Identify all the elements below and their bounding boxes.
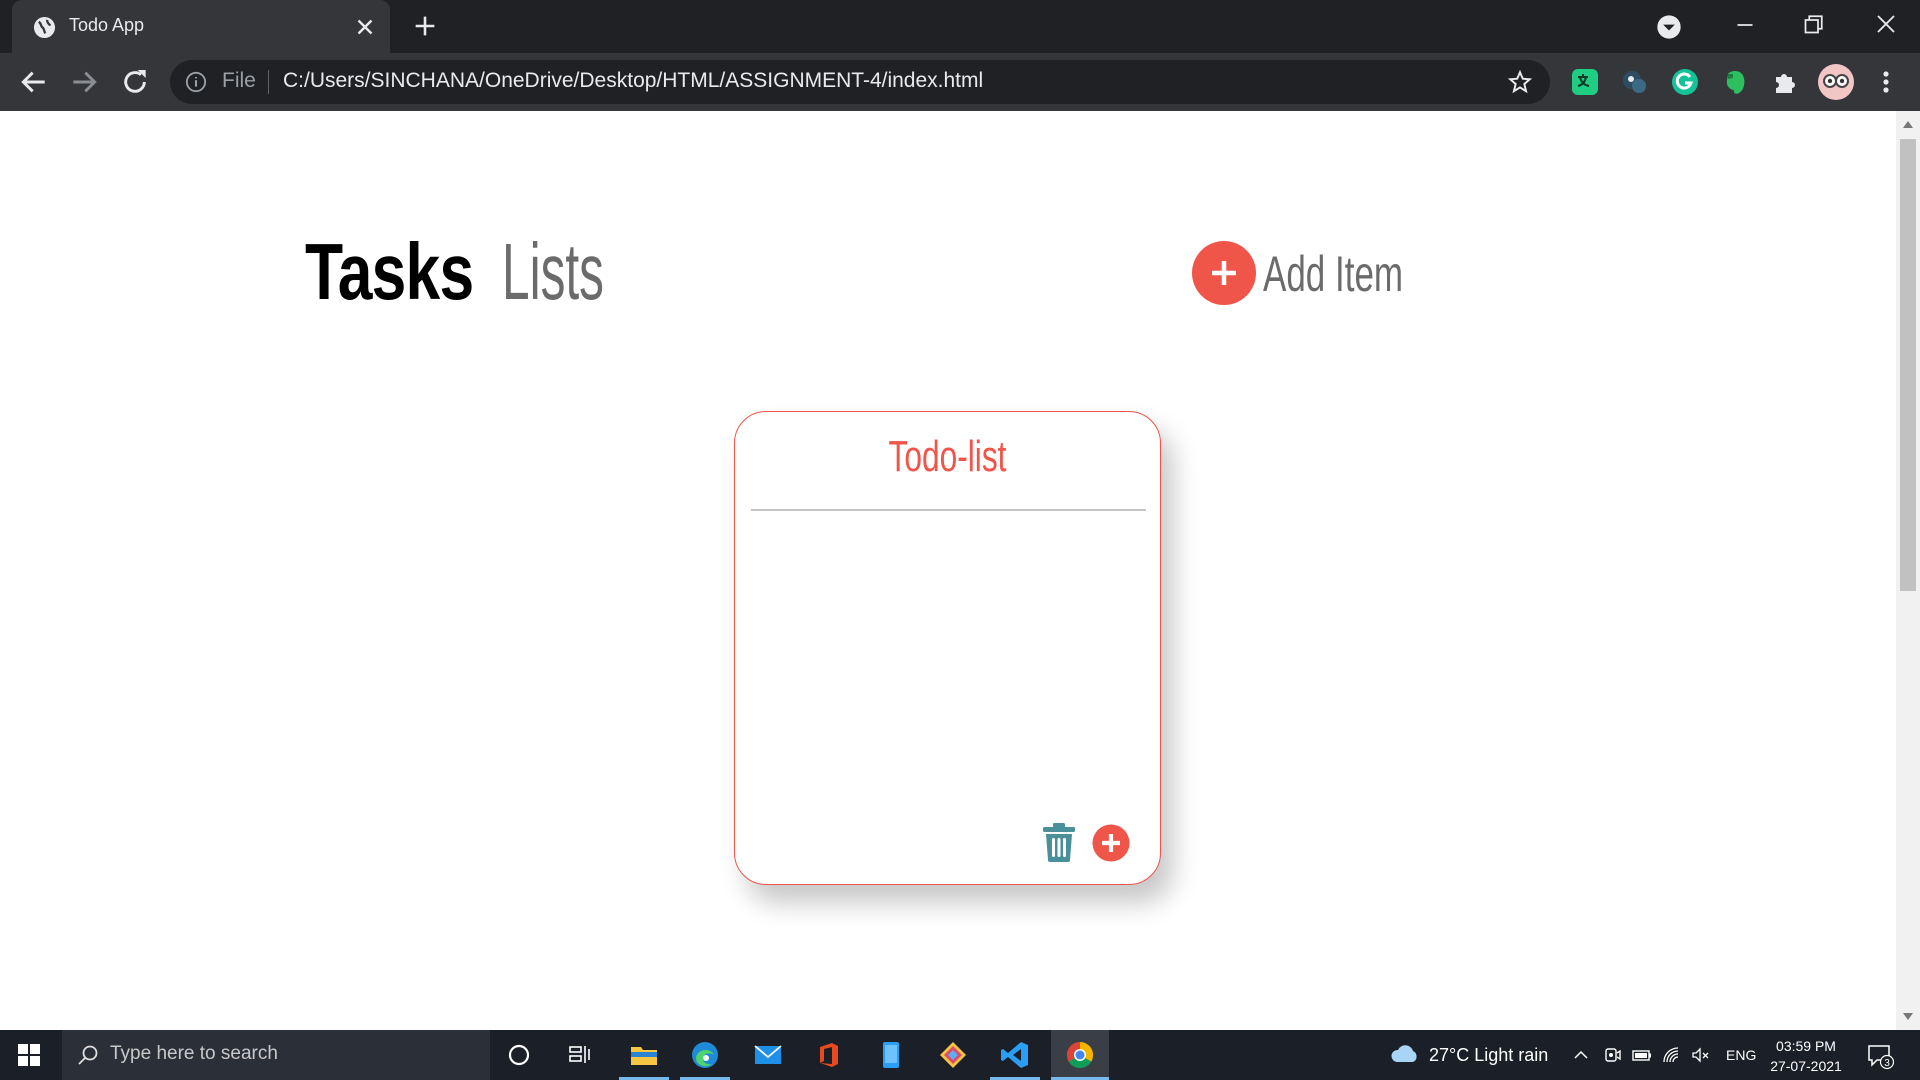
profile-avatar[interactable]	[1818, 64, 1854, 100]
reload-icon[interactable]	[119, 66, 151, 98]
back-arrow-icon[interactable]	[18, 66, 50, 98]
weather-text[interactable]: 27°C Light rain	[1429, 1045, 1548, 1066]
clock-time: 03:59 PM	[1776, 1038, 1836, 1054]
notes-icon	[883, 1042, 899, 1068]
file-explorer-button[interactable]	[619, 1030, 669, 1080]
office-icon	[820, 1043, 838, 1067]
task-view-icon	[569, 1046, 590, 1063]
folder-icon	[631, 1047, 657, 1065]
vscode-button[interactable]	[990, 1030, 1040, 1080]
omnibox-divider	[268, 70, 269, 94]
search-icon	[78, 1045, 98, 1065]
tab-title: Todo App	[69, 15, 145, 35]
add-item-button[interactable]: Add Item	[1192, 241, 1403, 305]
evernote-icon[interactable]	[1719, 66, 1751, 98]
forward-arrow-icon[interactable]	[68, 66, 100, 98]
card-divider	[751, 509, 1146, 511]
add-item-label: Add Item	[1263, 246, 1404, 302]
notification-count: 3	[1884, 1058, 1890, 1069]
clock[interactable]: 03:59 PM 27-07-2021	[1770, 1036, 1842, 1076]
info-icon[interactable]	[185, 71, 207, 93]
address-bar[interactable]: File C:/Users/SINCHANA/OneDrive/Desktop/…	[170, 60, 1550, 104]
mail-button[interactable]	[743, 1030, 793, 1080]
notification-center-icon[interactable]: 3	[1866, 1042, 1894, 1070]
card-title: Todo-list	[888, 432, 1007, 481]
avatar-glasses-icon	[1823, 74, 1849, 88]
page-scrollbar[interactable]	[1896, 111, 1920, 1030]
chrome-icon	[1066, 1041, 1094, 1069]
scroll-up-arrow-icon[interactable]	[1902, 119, 1914, 129]
search-placeholder: Type here to search	[110, 1043, 278, 1064]
browser-tab[interactable]: Todo App	[12, 0, 390, 53]
menu-kebab-icon[interactable]	[1878, 66, 1894, 98]
bookmark-star-icon[interactable]	[1507, 69, 1533, 95]
grammarly-icon[interactable]	[1669, 66, 1701, 98]
clock-date: 27-07-2021	[1770, 1058, 1842, 1074]
battery-icon[interactable]	[1632, 1045, 1652, 1065]
cortana-icon	[508, 1044, 530, 1066]
close-window-icon[interactable]	[1870, 8, 1902, 40]
office-button[interactable]	[804, 1030, 854, 1080]
extensions-puzzle-icon[interactable]	[1769, 66, 1801, 98]
input-language[interactable]: ENG	[1726, 1047, 1756, 1063]
edge-icon	[692, 1042, 718, 1068]
page-viewport: Tasks Lists Add Item Todo-list	[0, 111, 1896, 1030]
vscode-icon	[1001, 1042, 1028, 1068]
tab-search-icon[interactable]	[1655, 13, 1683, 41]
add-task-icon[interactable]	[1092, 824, 1130, 862]
browser-toolbar: File C:/Users/SINCHANA/OneDrive/Desktop/…	[0, 53, 1920, 111]
nav-tasks-link[interactable]: Tasks	[305, 226, 474, 318]
windows-taskbar: Type here to search 27°C Light rain ENG …	[0, 1030, 1920, 1080]
taskbar-search-box[interactable]: Type here to search	[62, 1030, 490, 1080]
snip-sketch-button[interactable]	[928, 1030, 978, 1080]
new-tab-icon[interactable]	[411, 12, 439, 40]
weather-cloud-icon[interactable]	[1390, 1042, 1420, 1066]
translate-extension-icon[interactable]	[1569, 66, 1601, 98]
snip-sketch-icon	[940, 1042, 966, 1068]
windows-start-icon[interactable]	[18, 1044, 40, 1066]
todo-list-card: Todo-list	[734, 411, 1161, 885]
trash-icon[interactable]	[1041, 822, 1077, 862]
meet-now-icon[interactable]	[1603, 1045, 1623, 1065]
tab-strip: Todo App	[0, 0, 1920, 53]
url-text[interactable]: C:/Users/SINCHANA/OneDrive/Desktop/HTML/…	[283, 69, 983, 93]
mail-icon	[754, 1045, 782, 1064]
restore-icon[interactable]	[1798, 10, 1828, 40]
scroll-thumb[interactable]	[1900, 139, 1916, 591]
reader-extension-icon[interactable]	[1619, 66, 1651, 98]
volume-muted-icon[interactable]	[1691, 1045, 1711, 1065]
nav-lists-link[interactable]: Lists	[502, 226, 604, 318]
url-scheme: File	[222, 69, 256, 92]
chevron-up-icon[interactable]	[1571, 1045, 1591, 1065]
task-view-button[interactable]	[555, 1030, 605, 1080]
wifi-icon[interactable]	[1661, 1045, 1681, 1065]
plus-circle-icon	[1192, 241, 1256, 305]
globe-icon	[33, 16, 56, 39]
cortana-button[interactable]	[494, 1030, 544, 1080]
notes-button[interactable]	[866, 1030, 916, 1080]
close-tab-icon[interactable]	[352, 14, 378, 40]
scroll-down-arrow-icon[interactable]	[1902, 1012, 1914, 1022]
chrome-button[interactable]	[1051, 1030, 1109, 1080]
minimize-icon[interactable]	[1730, 10, 1760, 40]
edge-button[interactable]	[680, 1030, 730, 1080]
